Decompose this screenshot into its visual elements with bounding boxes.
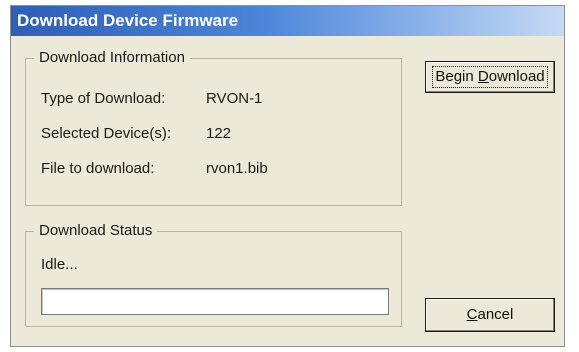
download-progress-bar bbox=[41, 288, 389, 315]
begin-download-button[interactable]: Begin Download bbox=[425, 61, 555, 93]
status-text: Idle... bbox=[41, 256, 78, 273]
window-title: Download Device Firmware bbox=[17, 11, 239, 30]
type-of-download-value: RVON-1 bbox=[206, 90, 263, 107]
selected-devices-label: Selected Device(s): bbox=[41, 125, 172, 142]
type-of-download-label: Type of Download: bbox=[41, 90, 166, 107]
download-information-legend: Download Information bbox=[34, 49, 190, 67]
file-to-download-label: File to download: bbox=[41, 160, 155, 177]
focus-rectangle: Begin Download bbox=[432, 66, 548, 88]
selected-devices-value: 122 bbox=[206, 125, 232, 142]
cancel-button[interactable]: Cancel bbox=[425, 298, 555, 332]
download-firmware-dialog: Download Device Firmware Download Inform… bbox=[10, 5, 565, 347]
title-bar[interactable]: Download Device Firmware bbox=[11, 6, 564, 36]
download-status-legend: Download Status bbox=[34, 222, 158, 240]
file-to-download-value: rvon1.bib bbox=[206, 160, 268, 177]
